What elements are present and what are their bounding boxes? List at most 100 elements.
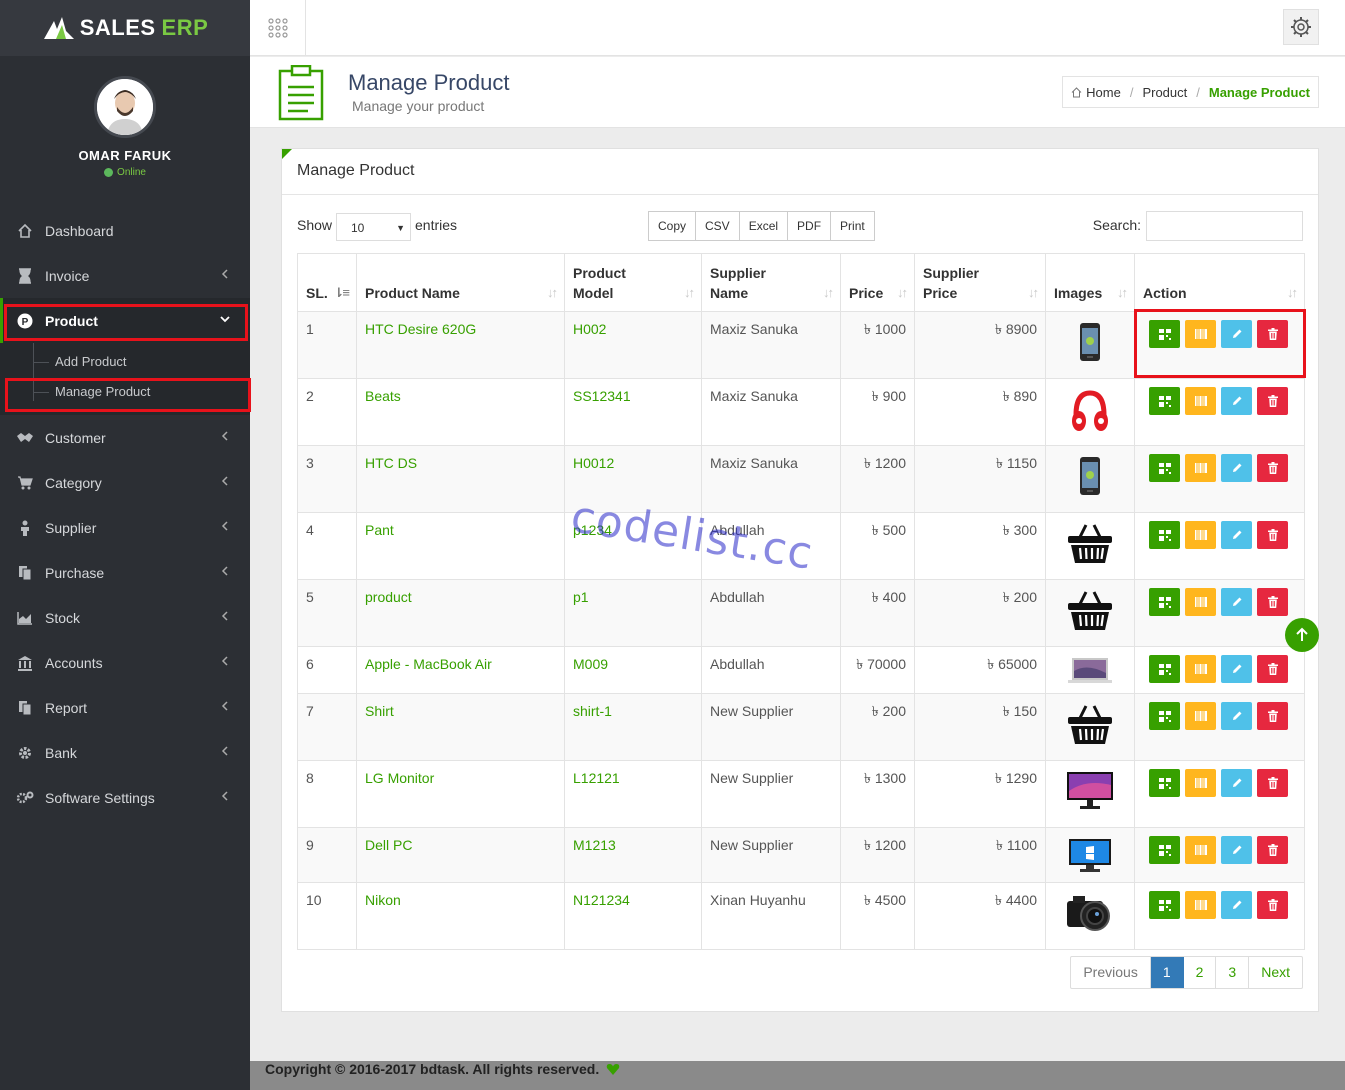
edit-button[interactable] bbox=[1221, 521, 1252, 549]
barcode-button[interactable] bbox=[1185, 891, 1216, 919]
col-header-supplier-name[interactable]: Supplier Name ↓↑ bbox=[701, 253, 841, 312]
breadcrumb-home[interactable]: Home bbox=[1086, 85, 1121, 100]
edit-button[interactable] bbox=[1221, 769, 1252, 797]
settings-button[interactable] bbox=[1283, 9, 1319, 45]
cell-product-name[interactable]: Apple - MacBook Air bbox=[356, 646, 565, 694]
barcode-button[interactable] bbox=[1185, 655, 1216, 683]
sidebar-item-accounts[interactable]: Accounts bbox=[0, 640, 250, 685]
col-header-supplier-price[interactable]: Supplier Price ↓↑ bbox=[914, 253, 1046, 312]
sidebar-item-bank[interactable]: Bank bbox=[0, 730, 250, 775]
cell-product-model[interactable]: N121234 bbox=[564, 882, 702, 950]
sidebar-item-stock[interactable]: Stock bbox=[0, 595, 250, 640]
barcode-button[interactable] bbox=[1185, 769, 1216, 797]
cell-product-name[interactable]: Nikon bbox=[356, 882, 565, 950]
delete-button[interactable] bbox=[1257, 588, 1288, 616]
cell-product-name[interactable]: product bbox=[356, 579, 565, 647]
scroll-to-top-button[interactable] bbox=[1285, 618, 1319, 652]
invoice-button[interactable] bbox=[1149, 769, 1180, 797]
excel-button[interactable]: Excel bbox=[739, 212, 789, 240]
barcode-button[interactable] bbox=[1185, 588, 1216, 616]
sidebar-item-category[interactable]: Category bbox=[0, 460, 250, 505]
avatar[interactable] bbox=[94, 76, 156, 138]
pagination-page-1[interactable]: 1 bbox=[1150, 957, 1184, 988]
delete-button[interactable] bbox=[1257, 521, 1288, 549]
col-header-price[interactable]: Price ↓↑ bbox=[840, 253, 915, 312]
cell-product-name[interactable]: HTC Desire 620G bbox=[356, 311, 565, 379]
print-button[interactable]: Print bbox=[831, 212, 874, 240]
copy-button[interactable]: Copy bbox=[649, 212, 697, 240]
edit-button[interactable] bbox=[1221, 387, 1252, 415]
edit-button[interactable] bbox=[1221, 588, 1252, 616]
delete-button[interactable] bbox=[1257, 387, 1288, 415]
edit-button[interactable] bbox=[1221, 702, 1252, 730]
cell-product-model[interactable]: M009 bbox=[564, 646, 702, 694]
user-name: OMAR FARUK bbox=[78, 148, 172, 163]
edit-button[interactable] bbox=[1221, 836, 1252, 864]
cell-product-name[interactable]: Dell PC bbox=[356, 827, 565, 883]
invoice-button[interactable] bbox=[1149, 387, 1180, 415]
edit-button[interactable] bbox=[1221, 655, 1252, 683]
breadcrumb-product[interactable]: Product bbox=[1142, 85, 1187, 100]
col-header-action[interactable]: Action ↓↑ bbox=[1134, 253, 1305, 312]
pagination-next[interactable]: Next bbox=[1249, 957, 1302, 988]
sidebar-item-invoice[interactable]: Invoice bbox=[0, 253, 250, 298]
pagination-previous[interactable]: Previous bbox=[1071, 957, 1151, 988]
cell-product-model[interactable]: L12121 bbox=[564, 760, 702, 828]
barcode-button[interactable] bbox=[1185, 702, 1216, 730]
cell-product-model[interactable]: p1 bbox=[564, 579, 702, 647]
cell-product-name[interactable]: Pant bbox=[356, 512, 565, 580]
cell-product-name[interactable]: LG Monitor bbox=[356, 760, 565, 828]
app-logo[interactable]: SALES ERP bbox=[0, 0, 250, 56]
sidebar-item-supplier[interactable]: Supplier bbox=[0, 505, 250, 550]
edit-button[interactable] bbox=[1221, 454, 1252, 482]
pagination-page-2[interactable]: 2 bbox=[1184, 957, 1217, 988]
delete-button[interactable] bbox=[1257, 836, 1288, 864]
cell-product-name[interactable]: HTC DS bbox=[356, 445, 565, 513]
invoice-button[interactable] bbox=[1149, 702, 1180, 730]
col-header-product-name[interactable]: Product Name ↓↑ bbox=[356, 253, 565, 312]
sidebar-item-purchase[interactable]: Purchase bbox=[0, 550, 250, 595]
barcode-button[interactable] bbox=[1185, 836, 1216, 864]
invoice-button[interactable] bbox=[1149, 454, 1180, 482]
barcode-button[interactable] bbox=[1185, 521, 1216, 549]
cell-product-model[interactable]: M1213 bbox=[564, 827, 702, 883]
menu-grid-button[interactable] bbox=[250, 0, 306, 56]
cell-product-model[interactable]: shirt-1 bbox=[564, 693, 702, 761]
home-icon bbox=[16, 222, 34, 240]
pagination-page-3[interactable]: 3 bbox=[1216, 957, 1250, 988]
invoice-button[interactable] bbox=[1149, 891, 1180, 919]
cell-product-model[interactable]: H002 bbox=[564, 311, 702, 379]
csv-button[interactable]: CSV bbox=[696, 212, 740, 240]
invoice-button[interactable] bbox=[1149, 836, 1180, 864]
delete-button[interactable] bbox=[1257, 769, 1288, 797]
sidebar-item-software-settings[interactable]: Software Settings bbox=[0, 775, 250, 820]
barcode-button[interactable] bbox=[1185, 387, 1216, 415]
cell-product-name[interactable]: Shirt bbox=[356, 693, 565, 761]
highlight-box-actions bbox=[1134, 309, 1306, 378]
invoice-button[interactable] bbox=[1149, 588, 1180, 616]
search-input[interactable] bbox=[1146, 211, 1303, 241]
invoice-button[interactable] bbox=[1149, 521, 1180, 549]
pdf-button[interactable]: PDF bbox=[788, 212, 832, 240]
cell-product-name[interactable]: Beats bbox=[356, 378, 565, 446]
cell-image bbox=[1045, 693, 1135, 761]
cell-price: ৳ 900 bbox=[840, 378, 915, 446]
invoice-button[interactable] bbox=[1149, 655, 1180, 683]
barcode-button[interactable] bbox=[1185, 454, 1216, 482]
sidebar-item-dashboard[interactable]: Dashboard bbox=[0, 208, 250, 253]
col-header-images[interactable]: Images ↓↑ bbox=[1045, 253, 1135, 312]
delete-button[interactable] bbox=[1257, 702, 1288, 730]
row-actions bbox=[1143, 836, 1296, 864]
cell-product-model[interactable]: SS12341 bbox=[564, 378, 702, 446]
col-header-product-model[interactable]: Product Model ↓↑ bbox=[564, 253, 702, 312]
page-length-select[interactable]: 10 ▼ bbox=[336, 213, 411, 241]
col-header-sl[interactable]: SL. ⇂≡ bbox=[297, 253, 357, 312]
delete-button[interactable] bbox=[1257, 454, 1288, 482]
edit-button[interactable] bbox=[1221, 891, 1252, 919]
submenu-add-product[interactable]: Add Product bbox=[0, 347, 250, 377]
sidebar-item-report[interactable]: Report bbox=[0, 685, 250, 730]
delete-button[interactable] bbox=[1257, 891, 1288, 919]
delete-button[interactable] bbox=[1257, 655, 1288, 683]
user-status: Online bbox=[0, 167, 250, 178]
sidebar-item-customer[interactable]: Customer bbox=[0, 415, 250, 460]
